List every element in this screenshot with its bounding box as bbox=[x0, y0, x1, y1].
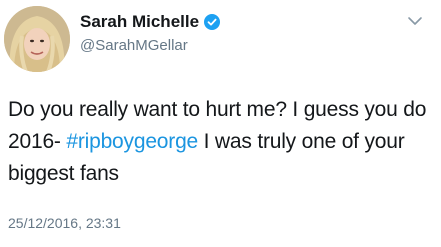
hashtag-link[interactable]: #ripboygeorge bbox=[66, 130, 198, 153]
tweet-timestamp[interactable]: 25/12/2016, 23:31 bbox=[8, 215, 121, 231]
display-name-text: Sarah Michelle bbox=[80, 12, 200, 31]
display-name[interactable]: Sarah Michelle bbox=[80, 12, 221, 32]
tweet-card: Sarah Michelle @SarahMGellar Do you real… bbox=[0, 0, 441, 247]
profile-photo-icon bbox=[4, 6, 70, 72]
tweet-text: Do you really want to hurt me? I guess y… bbox=[8, 94, 433, 190]
chevron-down-icon[interactable] bbox=[407, 14, 423, 26]
user-handle[interactable]: @SarahMGellar bbox=[80, 37, 188, 54]
verified-badge-icon bbox=[204, 14, 221, 30]
avatar[interactable] bbox=[4, 6, 70, 72]
